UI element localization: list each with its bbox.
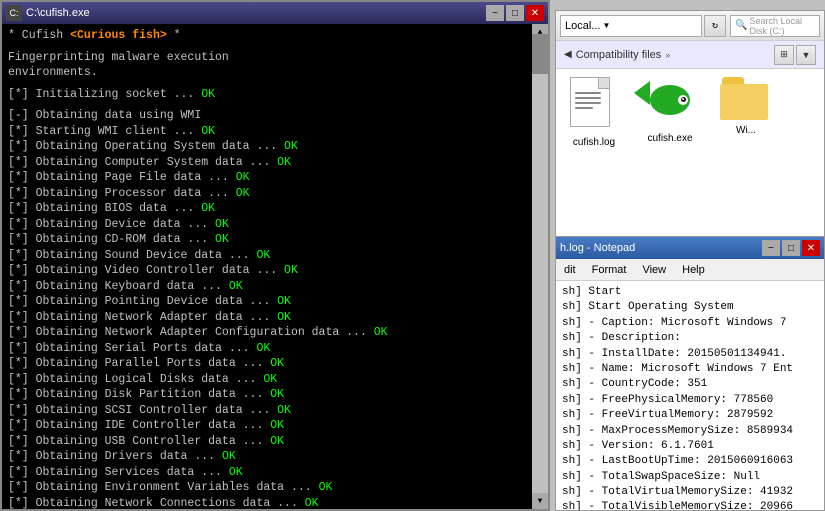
folder-icon [720, 77, 772, 121]
menu-item-help[interactable]: Help [678, 262, 709, 278]
file-item-exe[interactable]: cufish.exe [640, 77, 700, 236]
notepad-close-button[interactable]: ✕ [802, 240, 820, 256]
cmd-line: [*] Obtaining Parallel Ports data ... OK [8, 356, 542, 372]
cmd-app-icon: C: [6, 5, 22, 21]
view-icon-2[interactable]: ▼ [796, 45, 816, 65]
notepad-line: sh] - FreeVirtualMemory: 2879592 [562, 408, 818, 423]
notepad-line: sh] - CountryCode: 351 [562, 377, 818, 392]
cmd-maximize-button[interactable]: □ [506, 5, 524, 21]
explorer-files-panel: cufish.log cufish.exe [556, 69, 824, 244]
explorer-address-bar: Local... ▼ ↻ [560, 15, 726, 37]
compatibility-bar: ◀ Compatibility files » ⊞ ▼ [556, 41, 824, 69]
cmd-line: [*] Obtaining Video Controller data ... … [8, 263, 542, 279]
cmd-line: [*] Obtaining Sound Device data ... OK [8, 248, 542, 264]
view-icon-1[interactable]: ⊞ [774, 45, 794, 65]
notepad-line: sh] - TotalVisibleMemorySize: 20966 [562, 500, 818, 510]
cmd-scrollbar[interactable]: ▲ ▼ [532, 24, 548, 509]
notepad-line: sh] - Description: [562, 331, 818, 346]
cmd-line: [*] Obtaining Serial Ports data ... OK [8, 341, 542, 357]
notepad-line: sh] - TotalSwapSpaceSize: Null [562, 470, 818, 485]
exe-file-icon [644, 77, 696, 129]
menu-item-view[interactable]: View [638, 262, 670, 278]
compat-label: Compatibility files [576, 49, 662, 61]
notepad-menu: dit Format View Help [556, 259, 824, 281]
back-arrow-icon[interactable]: ◀ [564, 49, 572, 60]
log-file-icon [570, 77, 618, 133]
cmd-title: C:\cufish.exe [26, 7, 90, 19]
notepad-window: h.log - Notepad − □ ✕ dit Format View He… [555, 236, 825, 511]
cmd-controls: − □ ✕ [486, 5, 544, 21]
cmd-line: [*] Obtaining USB Controller data ... OK [8, 434, 542, 450]
cmd-line: [*] Obtaining Logical Disks data ... OK [8, 372, 542, 388]
file-item-log[interactable]: cufish.log [564, 77, 624, 236]
search-box[interactable]: 🔍 Search Local Disk (C:) [730, 15, 820, 37]
cmd-line: [*] Obtaining Keyboard data ... OK [8, 279, 542, 295]
address-text: Local... [565, 20, 600, 32]
scrollbar-down-arrow[interactable]: ▼ [532, 493, 548, 509]
cmd-line: [*] Obtaining Page File data ... OK [8, 170, 542, 186]
cmd-line: [*] Obtaining Network Connections data .… [8, 496, 542, 509]
cmd-window: C: C:\cufish.exe − □ ✕ * Cufish <Curious… [0, 0, 550, 511]
cmd-line: [*] Obtaining Pointing Device data ... O… [8, 294, 542, 310]
folder-label: Wi... [736, 125, 756, 136]
cmd-line: Fingerprinting malware execution [8, 50, 542, 66]
exe-file-label: cufish.exe [647, 133, 692, 144]
explorer-toolbar: Local... ▼ ↻ 🔍 Search Local Disk (C:) [556, 11, 824, 41]
cmd-close-button[interactable]: ✕ [526, 5, 544, 21]
cmd-minimize-button[interactable]: − [486, 5, 504, 21]
cmd-line: [-] Obtaining data using WMI [8, 108, 542, 124]
cmd-line: [*] Obtaining Device data ... OK [8, 217, 542, 233]
notepad-minimize-button[interactable]: − [762, 240, 780, 256]
cmd-line: [*] Obtaining Disk Partition data ... OK [8, 387, 542, 403]
notepad-maximize-button[interactable]: □ [782, 240, 800, 256]
scrollbar-thumb[interactable] [532, 34, 548, 74]
cmd-line: environments. [8, 65, 542, 81]
notepad-line: sh] - MaxProcessMemorySize: 8589934 [562, 424, 818, 439]
notepad-title: h.log - Notepad [560, 242, 635, 254]
cmd-line: [*] Obtaining Services data ... OK [8, 465, 542, 481]
notepad-line: sh] - FreePhysicalMemory: 778560 [562, 393, 818, 408]
cmd-title-left: C: C:\cufish.exe [6, 5, 90, 21]
cmd-content: * Cufish <Curious fish> * Fingerprinting… [2, 24, 548, 509]
cmd-line: [*] Obtaining CD-ROM data ... OK [8, 232, 542, 248]
cmd-titlebar: C: C:\cufish.exe − □ ✕ [2, 2, 548, 24]
cmd-line: [*] Obtaining Network Adapter data ... O… [8, 310, 542, 326]
view-controls: ⊞ ▼ [774, 45, 816, 65]
log-file-label: cufish.log [573, 137, 615, 148]
cmd-line: [*] Obtaining Processor data ... OK [8, 186, 542, 202]
notepad-line: sh] - Name: Microsoft Windows 7 Ent [562, 362, 818, 377]
address-display[interactable]: Local... ▼ [560, 15, 702, 37]
cmd-line: [*] Obtaining SCSI Controller data ... O… [8, 403, 542, 419]
refresh-button[interactable]: ↻ [704, 15, 726, 37]
notepad-line: sh] - LastBootUpTime: 2015060916063 [562, 454, 818, 469]
cmd-line-title: * Cufish <Curious fish> * [8, 28, 542, 44]
cmd-line: [*] Obtaining IDE Controller data ... OK [8, 418, 542, 434]
cmd-line: [*] Obtaining Environment Variables data… [8, 480, 542, 496]
file-item-folder[interactable]: Wi... [716, 77, 776, 236]
cmd-line: [*] Obtaining Computer System data ... O… [8, 155, 542, 171]
cmd-line: [*] Starting WMI client ... OK [8, 124, 542, 140]
notepad-line: sh] - TotalVirtualMemorySize: 41932 [562, 485, 818, 500]
notepad-line: sh] - InstallDate: 20150501134941. [562, 347, 818, 362]
cmd-line: [*] Initializing socket ... OK [8, 87, 542, 103]
notepad-content: sh] Start sh] Start Operating System sh]… [556, 281, 824, 510]
menu-item-format[interactable]: Format [588, 262, 631, 278]
cmd-line: [*] Obtaining Operating System data ... … [8, 139, 542, 155]
cmd-line: [*] Obtaining Drivers data ... OK [8, 449, 542, 465]
search-placeholder: Search Local Disk (C:) [749, 16, 815, 36]
search-icon: 🔍 [735, 20, 747, 31]
explorer-window: Local... ▼ ↻ 🔍 Search Local Disk (C:) ◀ … [555, 10, 825, 245]
notepad-titlebar: h.log - Notepad − □ ✕ [556, 237, 824, 259]
menu-item-edit[interactable]: dit [560, 262, 580, 278]
notepad-line: sh] - Caption: Microsoft Windows 7 [562, 316, 818, 331]
notepad-line: sh] - Version: 6.1.7601 [562, 439, 818, 454]
notepad-controls: − □ ✕ [762, 240, 820, 256]
cmd-line: [*] Obtaining Network Adapter Configurat… [8, 325, 542, 341]
notepad-line: sh] Start Operating System [562, 300, 818, 315]
notepad-line: sh] Start [562, 285, 818, 300]
address-chevron: ▼ [602, 21, 610, 30]
forward-arrow-icon: » [665, 50, 670, 60]
cmd-line: [*] Obtaining BIOS data ... OK [8, 201, 542, 217]
